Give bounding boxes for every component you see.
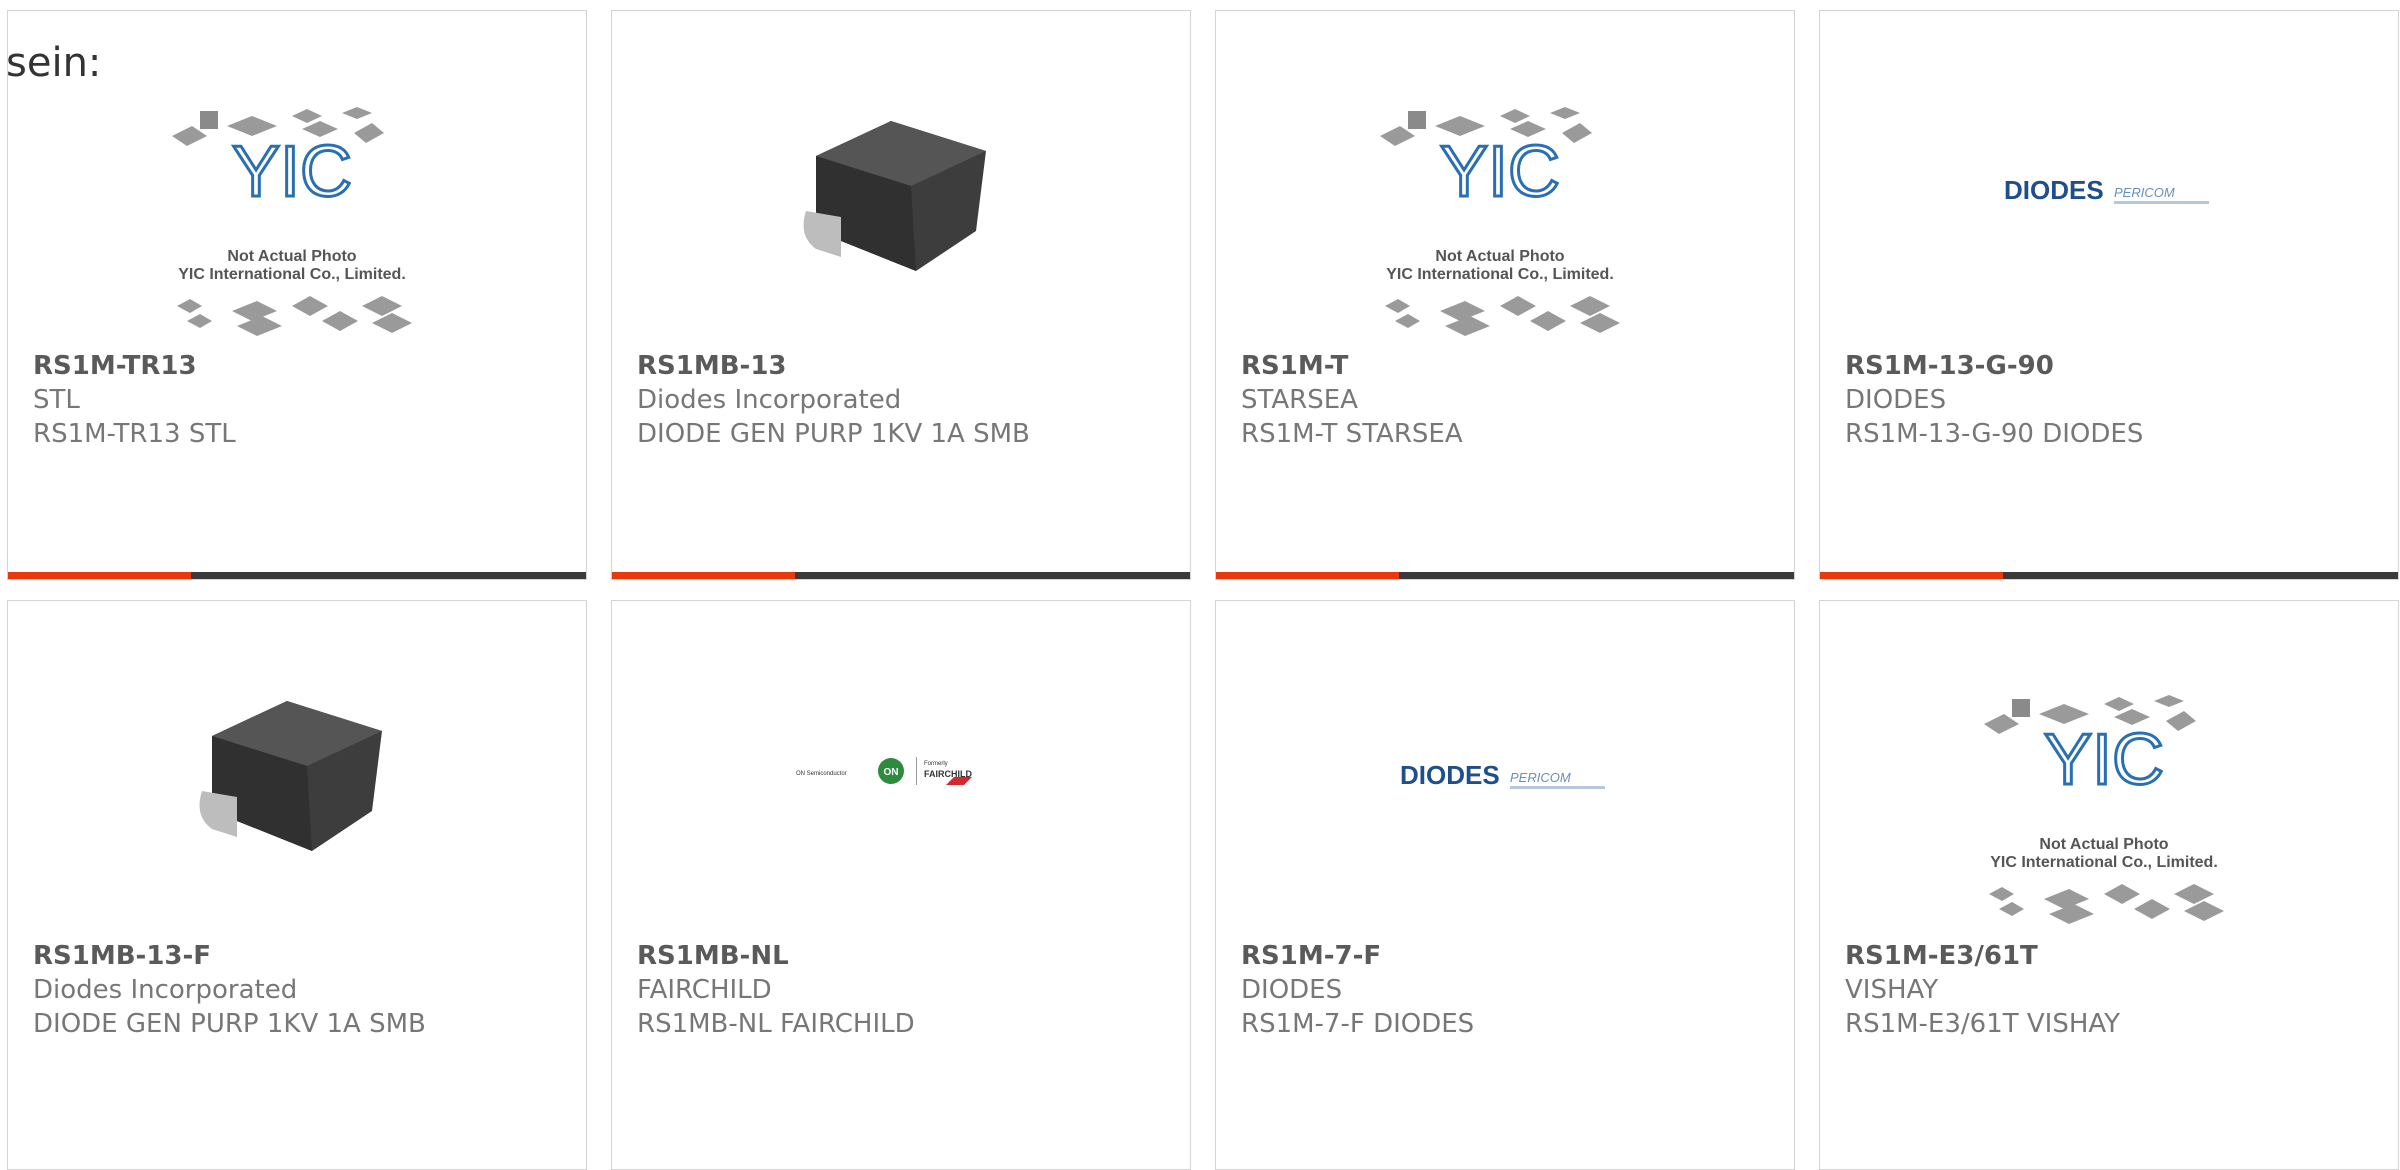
- product-card[interactable]: YIC Not Actual Photo YIC International C…: [7, 10, 587, 580]
- svg-text:YIC: YIC: [1440, 132, 1560, 212]
- placeholder-line2: YIC International Co., Limited.: [1386, 266, 1614, 283]
- on-logo: ON: [884, 767, 899, 778]
- product-description: DIODE GEN PURP 1KV 1A SMB: [33, 1009, 426, 1039]
- product-card[interactable]: DIODES PERICOM RS1M-13-G-90 DIODES RS1M-…: [1819, 10, 2399, 580]
- product-name[interactable]: RS1M-7-F: [1241, 941, 1381, 971]
- product-manufacturer: FAIRCHILD: [637, 975, 772, 1005]
- product-image-placeholder: YIC Not Actual Photo YIC International C…: [8, 101, 586, 351]
- diodes-logo: DIODES: [1400, 760, 1500, 790]
- product-image-diodes-logo: DIODES PERICOM: [1216, 746, 1794, 806]
- placeholder-line1: Not Actual Photo: [227, 248, 356, 265]
- placeholder-line1: Not Actual Photo: [2039, 836, 2168, 853]
- card-accent-bar: [612, 572, 1190, 579]
- product-description: RS1M-E3/61T VISHAY: [1845, 1009, 2121, 1039]
- card-accent-bar: [1216, 572, 1794, 579]
- product-name[interactable]: RS1MB-NL: [637, 941, 789, 971]
- product-manufacturer: DIODES: [1845, 385, 1947, 415]
- product-manufacturer: Diodes Incorporated: [33, 975, 298, 1005]
- product-card[interactable]: DIODES PERICOM RS1M-7-F DIODES RS1M-7-F …: [1215, 600, 1795, 1170]
- diodes-logo: DIODES: [2004, 175, 2104, 205]
- product-description: RS1M-7-F DIODES: [1241, 1009, 1475, 1039]
- product-manufacturer: Diodes Incorporated: [637, 385, 902, 415]
- product-card[interactable]: RS1MB-13-F Diodes Incorporated DIODE GEN…: [7, 600, 587, 1170]
- svg-text:YIC: YIC: [232, 132, 352, 212]
- product-name[interactable]: RS1M-E3/61T: [1845, 941, 2038, 971]
- product-grid: YIC Not Actual Photo YIC International C…: [0, 0, 2400, 1170]
- product-name[interactable]: RS1MB-13-F: [33, 941, 211, 971]
- product-name[interactable]: RS1M-TR13: [33, 351, 197, 381]
- card-accent-bar: [1820, 572, 2398, 579]
- product-manufacturer: STL: [33, 385, 80, 415]
- lead-text: sein:: [6, 40, 102, 86]
- product-card[interactable]: RS1MB-13 Diodes Incorporated DIODE GEN P…: [611, 10, 1191, 580]
- product-image-placeholder: YIC Not Actual Photo YIC International C…: [1820, 689, 2398, 939]
- formerly-label: Formerly: [924, 761, 948, 767]
- product-manufacturer: DIODES: [1241, 975, 1343, 1005]
- card-accent-bar: [8, 572, 586, 579]
- pericom-logo: PERICOM: [1510, 770, 1571, 785]
- product-image-smb-package: [612, 91, 1190, 301]
- product-image-onsemi-fairchild-logo: ON Semiconductor ON Formerly FAIRCHILD: [612, 746, 1190, 796]
- on-semi-label: ON Semiconductor: [796, 771, 847, 777]
- pericom-logo: PERICOM: [2114, 185, 2175, 200]
- product-description: RS1M-13-G-90 DIODES: [1845, 419, 2144, 449]
- product-manufacturer: VISHAY: [1845, 975, 1939, 1005]
- placeholder-line1: Not Actual Photo: [1435, 248, 1564, 265]
- product-description: RS1M-T STARSEA: [1241, 419, 1463, 449]
- product-description: DIODE GEN PURP 1KV 1A SMB: [637, 419, 1030, 449]
- product-card[interactable]: ON Semiconductor ON Formerly FAIRCHILD R…: [611, 600, 1191, 1170]
- svg-text:YIC: YIC: [2044, 720, 2164, 800]
- product-name[interactable]: RS1M-T: [1241, 351, 1348, 381]
- product-image-diodes-logo: DIODES PERICOM: [1820, 161, 2398, 221]
- product-description: RS1MB-NL FAIRCHILD: [637, 1009, 915, 1039]
- product-description: RS1M-TR13 STL: [33, 419, 236, 449]
- product-card[interactable]: YIC Not Actual Photo YIC International C…: [1819, 600, 2399, 1170]
- product-manufacturer: STARSEA: [1241, 385, 1358, 415]
- product-name[interactable]: RS1MB-13: [637, 351, 787, 381]
- product-image-smb-package: [8, 671, 586, 881]
- placeholder-line2: YIC International Co., Limited.: [1990, 854, 2218, 871]
- placeholder-line2: YIC International Co., Limited.: [178, 266, 406, 283]
- product-card[interactable]: YIC Not Actual Photo YIC International C…: [1215, 10, 1795, 580]
- product-name[interactable]: RS1M-13-G-90: [1845, 351, 2054, 381]
- product-image-placeholder: YIC Not Actual Photo YIC International C…: [1216, 101, 1794, 351]
